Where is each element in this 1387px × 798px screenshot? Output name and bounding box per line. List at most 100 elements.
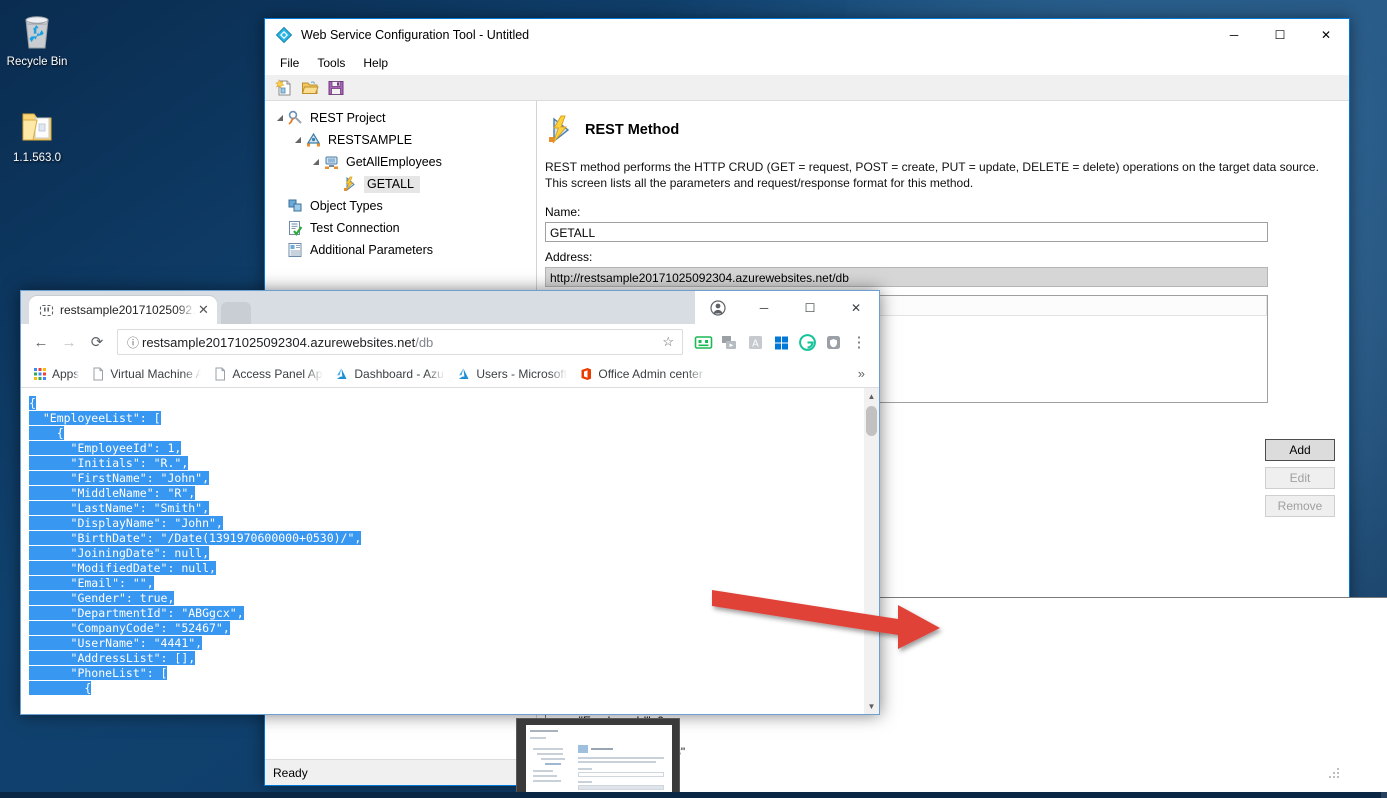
additional-parameters-icon bbox=[287, 242, 305, 258]
bookmark-virtual-machine-acqu[interactable]: Virtual Machine Acqu bbox=[85, 363, 207, 385]
bookmark-apps[interactable]: Apps bbox=[27, 363, 85, 385]
shield-extension-icon[interactable] bbox=[821, 330, 845, 354]
close-button[interactable]: ✕ bbox=[1303, 19, 1349, 51]
page-icon bbox=[213, 367, 227, 381]
bookmark-office-admin-center[interactable]: Office Admin center - bbox=[573, 363, 713, 385]
expander-icon[interactable]: ◢ bbox=[291, 129, 305, 151]
url-host: restsample20171025092304.azurewebsites.n… bbox=[142, 334, 416, 350]
address-bar-url: restsample20171025092304.azurewebsites.n… bbox=[142, 335, 433, 350]
show-desktop-button[interactable] bbox=[1381, 760, 1387, 798]
add-button[interactable]: Add bbox=[1265, 439, 1335, 461]
address-bar[interactable]: ⓘ restsample20171025092304.azurewebsites… bbox=[117, 329, 683, 355]
windows-extension-icon[interactable] bbox=[769, 330, 793, 354]
page-icon bbox=[91, 367, 105, 381]
method-icon bbox=[341, 176, 359, 192]
browser-tab[interactable]: restsample20171025092… ✕ bbox=[29, 296, 217, 324]
config-tool-title: Web Service Configuration Tool - Untitle… bbox=[301, 28, 530, 42]
browser-menu-icon[interactable]: ⋮ bbox=[845, 328, 873, 356]
taskbar[interactable] bbox=[0, 792, 1387, 798]
remove-button[interactable]: Remove bbox=[1265, 495, 1335, 517]
tree-item-label: Test Connection bbox=[310, 221, 400, 235]
site-info-icon[interactable]: ⓘ bbox=[124, 334, 142, 351]
back-icon[interactable]: ← bbox=[27, 328, 55, 356]
text-extension-icon[interactable]: A bbox=[743, 330, 767, 354]
address-label: Address: bbox=[545, 250, 593, 264]
expander-icon[interactable]: ◢ bbox=[309, 151, 323, 173]
page-scrollbar-thumb[interactable] bbox=[866, 406, 877, 436]
bookmark-users-microsoft-azure[interactable]: Users - Microsoft Azu bbox=[451, 363, 573, 385]
office-icon bbox=[579, 367, 593, 381]
browser-close-button[interactable]: ✕ bbox=[833, 292, 879, 324]
desktop-icon-label: 1.1.563.0 bbox=[13, 152, 61, 164]
reload-icon[interactable]: ⟳ bbox=[83, 328, 111, 356]
svg-text:A: A bbox=[752, 338, 759, 349]
bookmark-label: Dashboard - Azure A bbox=[354, 366, 445, 381]
minimize-button[interactable]: ─ bbox=[1211, 19, 1257, 51]
azure-icon bbox=[335, 367, 349, 381]
address-input[interactable]: http://restsample20171025092304.azureweb… bbox=[545, 267, 1268, 287]
desktop: Recycle Bin 1.1.563.0 Web Service Config… bbox=[0, 0, 1387, 798]
bookmark-star-icon[interactable]: ☆ bbox=[660, 334, 676, 350]
tree-item-getallemployees[interactable]: ◢ GetAllEmployees bbox=[265, 151, 536, 173]
bookmark-label: Access Panel Applicat bbox=[232, 366, 323, 381]
expander-icon[interactable]: ◢ bbox=[273, 107, 287, 129]
profile-icon[interactable] bbox=[695, 292, 741, 324]
rest-method-icon bbox=[545, 115, 575, 145]
reader-extension-icon[interactable] bbox=[691, 330, 715, 354]
edit-button[interactable]: Edit bbox=[1265, 467, 1335, 489]
page-scrollbar[interactable]: ▲ ▼ bbox=[864, 388, 879, 714]
browser-minimize-button[interactable]: ─ bbox=[741, 292, 787, 324]
desktop-icon-recycle-bin[interactable]: Recycle Bin bbox=[0, 8, 74, 69]
bookmark-label: Apps bbox=[52, 366, 80, 381]
menu-item-tools[interactable]: Tools bbox=[308, 53, 354, 73]
tree-item-label: GetAllEmployees bbox=[346, 155, 442, 169]
resize-grip-icon[interactable] bbox=[1327, 766, 1341, 780]
browser-window-controls: ─ ☐ ✕ bbox=[695, 291, 879, 324]
favicon-icon bbox=[39, 303, 54, 318]
grammarly-extension-icon[interactable] bbox=[795, 330, 819, 354]
name-label: Name: bbox=[545, 205, 581, 219]
object-types-icon bbox=[287, 198, 305, 214]
desktop-icon-folder[interactable]: 1.1.563.0 bbox=[0, 104, 74, 165]
tab-close-icon[interactable]: ✕ bbox=[196, 302, 211, 318]
config-tool-title-bar[interactable]: Web Service Configuration Tool - Untitle… bbox=[265, 19, 1349, 51]
maximize-button[interactable]: ☐ bbox=[1257, 19, 1303, 51]
tree-item-object-types[interactable]: Object Types bbox=[265, 195, 536, 217]
tree-item-label: GETALL bbox=[364, 175, 421, 193]
json-response-text[interactable]: { "EmployeeList": [ { "EmployeeId": 1, "… bbox=[21, 388, 864, 714]
save-disk-icon[interactable] bbox=[325, 77, 347, 99]
page-scroll-up-icon[interactable]: ▲ bbox=[864, 388, 879, 404]
open-folder-icon[interactable] bbox=[299, 77, 321, 99]
new-tab-button[interactable] bbox=[221, 302, 251, 324]
recycle-bin-icon bbox=[0, 8, 74, 54]
tree-item-test-connection[interactable]: Test Connection bbox=[265, 217, 536, 239]
tree-item-getall[interactable]: GETALL bbox=[265, 173, 536, 195]
bookmark-label: Virtual Machine Acqu bbox=[110, 366, 201, 381]
bookmark-dashboard-azure[interactable]: Dashboard - Azure A bbox=[329, 363, 451, 385]
tree-item-restsample[interactable]: ◢ RESTSAMPLE bbox=[265, 129, 536, 151]
config-tool-toolbar bbox=[265, 75, 1349, 101]
new-file-icon[interactable] bbox=[273, 77, 295, 99]
pane-description: REST method performs the HTTP CRUD (GET … bbox=[545, 160, 1319, 190]
service-icon bbox=[305, 132, 323, 148]
tree-item-label: Object Types bbox=[310, 199, 383, 213]
tree-item-rest-project[interactable]: ◢ REST Project bbox=[265, 107, 536, 129]
menu-item-help[interactable]: Help bbox=[354, 53, 397, 73]
menu-item-file[interactable]: File bbox=[271, 53, 308, 73]
config-tool-window-controls: ─ ☐ ✕ bbox=[1211, 19, 1349, 51]
url-path: /db bbox=[415, 334, 434, 350]
browser-tab-title: restsample20171025092… bbox=[60, 303, 196, 317]
tree-item-additional-parameters[interactable]: Additional Parameters bbox=[265, 239, 536, 261]
desktop-icon-label: Recycle Bin bbox=[6, 56, 68, 68]
forward-icon[interactable]: → bbox=[55, 328, 83, 356]
video-extension-icon[interactable] bbox=[717, 330, 741, 354]
page-scroll-down-icon[interactable]: ▼ bbox=[864, 698, 879, 714]
app-logo-icon bbox=[275, 26, 293, 44]
name-input[interactable]: GETALL bbox=[545, 222, 1268, 242]
taskbar-thumbnail-preview[interactable] bbox=[516, 718, 680, 798]
bookmark-access-panel-applicat[interactable]: Access Panel Applicat bbox=[207, 363, 329, 385]
browser-navigation-bar: ← → ⟳ ⓘ restsample20171025092304.azurewe… bbox=[21, 324, 879, 360]
browser-maximize-button[interactable]: ☐ bbox=[787, 292, 833, 324]
bookmark-label: Office Admin center - bbox=[598, 366, 708, 381]
bookmarks-overflow-icon[interactable]: » bbox=[850, 366, 873, 381]
